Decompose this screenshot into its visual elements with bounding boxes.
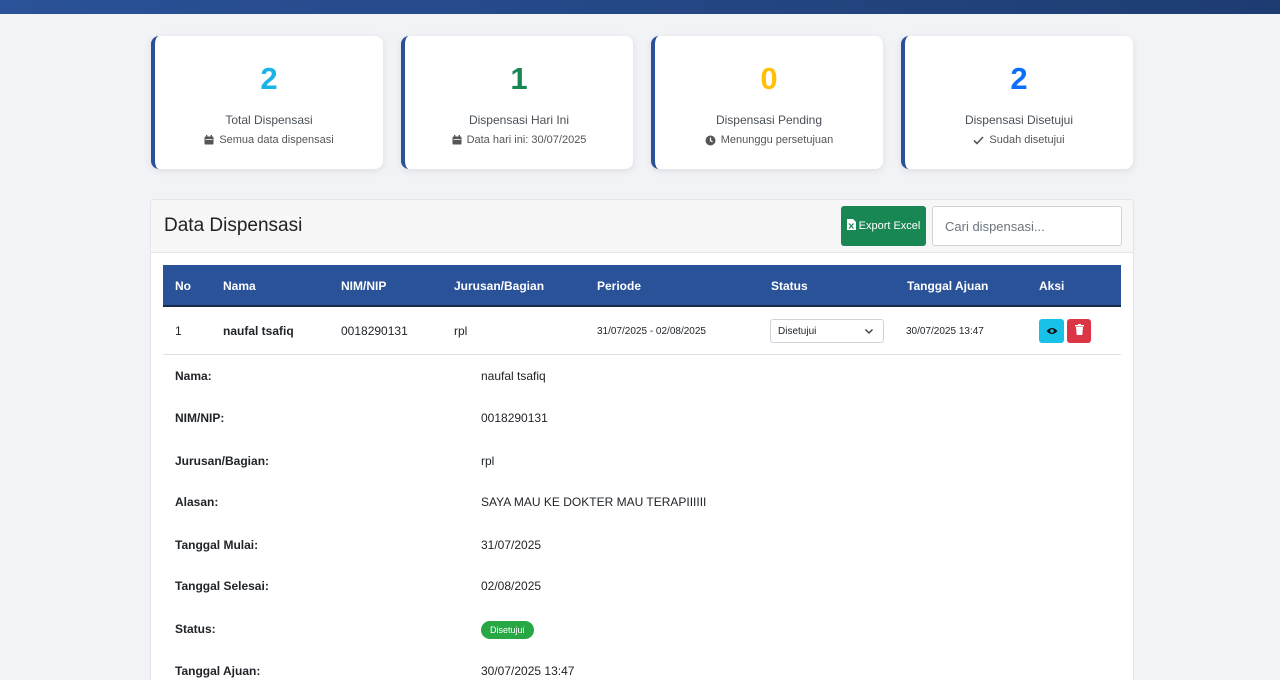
stat-label: Dispensasi Hari Ini <box>468 113 570 127</box>
cell-nama: naufal tsafiq <box>223 324 294 338</box>
column-header: Periode <box>597 279 642 293</box>
detail-value-nim: 0018290131 <box>481 411 548 425</box>
table-header: No Nama NIM/NIP Jurusan/Bagian Periode S… <box>163 265 1121 307</box>
column-header: Status <box>771 279 808 293</box>
panel-header: Data Dispensasi Export Excel <box>151 200 1133 253</box>
stat-sub: Semua data dispensasi <box>155 133 383 147</box>
detail-label-tanggal-ajuan: Tanggal Ajuan: <box>175 664 261 678</box>
cell-nim: 0018290131 <box>341 324 408 338</box>
status-select[interactable]: Disetujui <box>770 319 884 343</box>
detail-value-tanggal-mulai: 31/07/2025 <box>481 538 542 552</box>
cell-jurusan: rpl <box>454 324 468 338</box>
detail-label-alasan: Alasan: <box>175 495 219 509</box>
stat-sub: Menunggu persetujuan <box>655 133 883 147</box>
check-icon <box>973 135 984 145</box>
table-row[interactable]: 1 naufal tsafiq 0018290131 rpl 31/07/202… <box>163 307 1121 355</box>
detail-value-jurusan: rpl <box>481 454 495 468</box>
stat-sub-text: Sudah disetujui <box>989 134 1065 146</box>
stat-card-pending: 0 Dispensasi Pending Menunggu persetujua… <box>651 36 883 169</box>
detail-label-tanggal-mulai: Tanggal Mulai: <box>175 538 259 552</box>
chevron-down-icon <box>864 326 874 339</box>
stat-sub-text: Data hari ini: 30/07/2025 <box>466 134 587 146</box>
stat-value: 2 <box>260 61 278 96</box>
calendar-icon <box>452 135 462 145</box>
column-header: Jurusan/Bagian <box>454 279 545 293</box>
detail-label-nama: Nama: <box>175 369 212 383</box>
detail-value-nama: naufal tsafiq <box>481 369 546 383</box>
status-select-value: Disetujui <box>778 325 817 337</box>
stat-sub: Data hari ini: 30/07/2025 <box>405 133 633 147</box>
view-button[interactable] <box>1039 319 1064 343</box>
stat-sub-text: Semua data dispensasi <box>219 134 334 146</box>
detail-value-tanggal-ajuan: 30/07/2025 13:47 <box>481 664 575 678</box>
column-header: NIM/NIP <box>341 279 387 293</box>
stat-sub: Sudah disetujui <box>905 133 1133 147</box>
column-header: Aksi <box>1039 279 1065 293</box>
detail-label-jurusan: Jurusan/Bagian: <box>175 454 270 468</box>
delete-button[interactable] <box>1067 319 1091 343</box>
detail-label-status: Status: <box>175 622 216 636</box>
status-badge: Disetujui <box>481 621 534 639</box>
cell-tanggal: 30/07/2025 13:47 <box>906 326 984 337</box>
export-excel-label: Export Excel <box>858 220 921 232</box>
stat-value: 1 <box>510 61 528 96</box>
column-header: Tanggal Ajuan <box>907 279 989 293</box>
detail-label-nim: NIM/NIP: <box>175 411 225 425</box>
stat-label: Total Dispensasi <box>225 113 313 127</box>
trash-icon <box>1074 322 1084 340</box>
panel-title: Data Dispensasi <box>164 215 303 236</box>
calendar-icon <box>204 135 214 145</box>
clock-icon <box>705 135 716 146</box>
eye-icon <box>1046 322 1058 340</box>
detail-label-tanggal-selesai: Tanggal Selesai: <box>175 579 269 593</box>
column-header: Nama <box>223 279 256 293</box>
stat-card-total: 2 Total Dispensasi Semua data dispensasi <box>151 36 383 169</box>
stat-card-approved: 2 Dispensasi Disetujui Sudah disetujui <box>901 36 1133 169</box>
detail-value-alasan: SAYA MAU KE DOKTER MAU TERAPIIIIII <box>481 495 707 509</box>
stat-card-today: 1 Dispensasi Hari Ini Data hari ini: 30/… <box>401 36 633 169</box>
file-excel-icon <box>846 219 856 233</box>
stat-value: 2 <box>1010 61 1028 96</box>
stat-sub-text: Menunggu persetujuan <box>720 134 834 146</box>
column-header: No <box>175 279 191 293</box>
stat-label: Dispensasi Pending <box>715 113 823 127</box>
detail-value-tanggal-selesai: 02/08/2025 <box>481 579 542 593</box>
top-bar <box>0 0 1280 14</box>
stat-label: Dispensasi Disetujui <box>964 113 1074 127</box>
cell-periode: 31/07/2025 - 02/08/2025 <box>597 326 706 337</box>
cell-no: 1 <box>175 324 182 338</box>
export-excel-button[interactable]: Export Excel <box>841 206 926 246</box>
stat-value: 0 <box>760 61 778 96</box>
search-input[interactable] <box>932 206 1122 246</box>
